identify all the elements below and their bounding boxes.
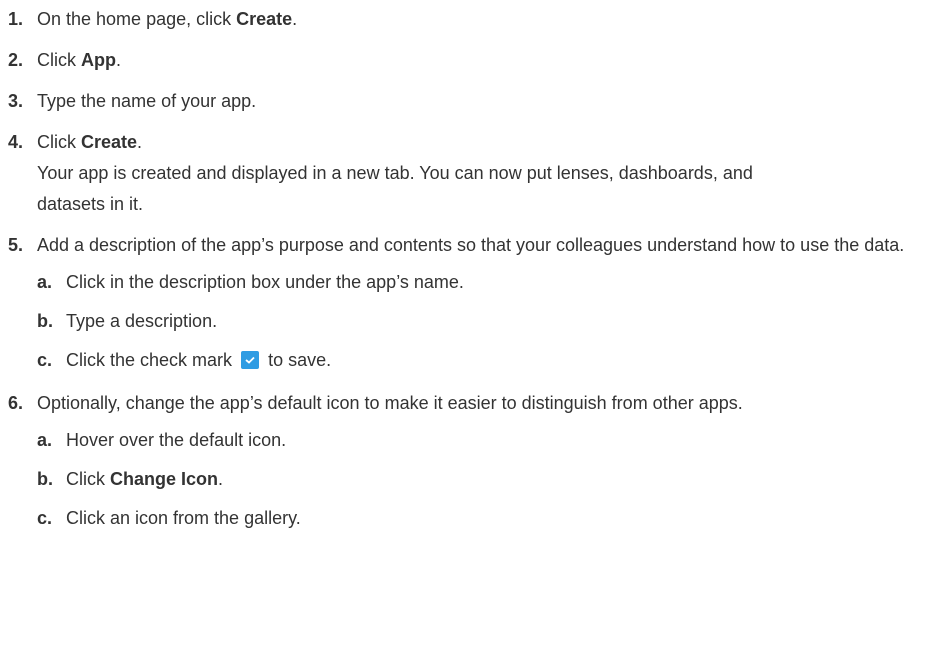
step-punct: . [116,50,122,70]
sub-step-b: b. Type a description. [37,306,948,337]
step-text: Add a description of the app’s purpose a… [37,235,905,255]
step-4: 4. Click Create. Your app is created and… [8,127,948,220]
change-icon-label: Change Icon [110,469,219,489]
step-5: 5. Add a description of the app’s purpos… [8,230,948,376]
step-number: 3. [8,91,24,111]
step-text: Click [37,132,81,152]
step-6: 6. Optionally, change the app’s default … [8,388,948,534]
step-number: 1. [8,9,24,29]
sub-step-list: a. Click in the description box under th… [37,267,948,376]
sub-step-letter: c. [37,508,53,528]
sub-step-a: a. Hover over the default icon. [37,425,948,456]
step-2: 2. Click App. [8,45,948,76]
sub-step-letter: b. [37,311,53,331]
instruction-steps: 1. On the home page, click Create. 2. Cl… [8,4,948,546]
step-number: 2. [8,50,24,70]
sub-step-text: Type a description. [66,311,218,331]
sub-step-text: Click in the description box under the a… [66,272,464,292]
step-text: Optionally, change the app’s default ico… [37,393,743,413]
sub-step-letter: b. [37,469,53,489]
app-label: App [81,50,116,70]
sub-step-text: Click [66,469,110,489]
step-punct: . [137,132,143,152]
sub-step-letter: c. [37,350,53,370]
step-text: Type the name of your app. [37,91,257,111]
step-number: 5. [8,235,24,255]
step-text: On the home page, click [37,9,237,29]
create-label: Create [236,9,293,29]
sub-step-text: Hover over the default icon. [66,430,287,450]
step-1: 1. On the home page, click Create. [8,4,948,35]
sub-step-text: Click an icon from the gallery. [66,508,301,528]
step-punct: . [218,469,224,489]
sub-step-letter: a. [37,272,53,292]
sub-step-text: Click the check mark [66,350,233,370]
sub-step-c: c. Click an icon from the gallery. [37,503,948,534]
step-number: 4. [8,132,24,152]
sub-step-list: a. Hover over the default icon. b. Click… [37,425,948,534]
sub-step-a: a. Click in the description box under th… [37,267,948,298]
sub-step-letter: a. [37,430,53,450]
step-text: Click [37,50,81,70]
step-3: 3. Type the name of your app. [8,86,948,117]
step-number: 6. [8,393,24,413]
step-description: Your app is created and displayed in a n… [37,163,753,214]
sub-step-text: to save. [268,350,332,370]
create-label: Create [81,132,138,152]
sub-step-c: c. Click the check mark to save. [37,345,948,376]
check-mark-icon [241,351,260,369]
sub-step-b: b. Click Change Icon. [37,464,948,495]
step-punct: . [292,9,298,29]
